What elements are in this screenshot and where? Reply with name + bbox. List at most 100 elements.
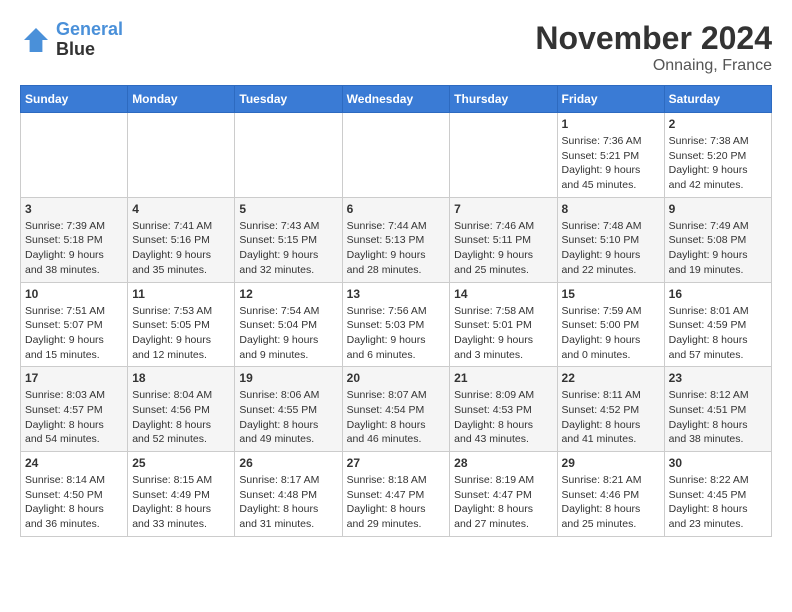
day-number: 7 (454, 202, 552, 216)
page-header: General Blue November 2024 Onnaing, Fran… (20, 20, 772, 75)
day-number: 11 (132, 287, 230, 301)
day-number: 14 (454, 287, 552, 301)
day-number: 3 (25, 202, 123, 216)
calendar-week-row: 17 Sunrise: 8:03 AM Sunset: 4:57 PM Dayli… (21, 367, 772, 452)
calendar-cell (342, 113, 450, 198)
calendar-week-row: 1Sunrise: 7:36 AM Sunset: 5:21 PM Daylig… (21, 113, 772, 198)
day-info: Sunrise: 8:17 AM Sunset: 4:48 PM Dayligh… (239, 473, 337, 532)
calendar-week-row: 3 Sunrise: 7:39 AM Sunset: 5:18 PM Daylig… (21, 197, 772, 282)
day-info: Sunrise: 7:39 AM Sunset: 5:18 PM Dayligh… (25, 219, 123, 278)
day-info: Sunrise: 7:38 AM Sunset: 5:20 PM Dayligh… (669, 134, 767, 193)
day-info: Sunrise: 7:53 AM Sunset: 5:05 PM Dayligh… (132, 304, 230, 363)
day-number: 29 (562, 456, 660, 470)
calendar-week-row: 24 Sunrise: 8:14 AM Sunset: 4:50 PM Dayli… (21, 452, 772, 537)
weekday-header: Tuesday (235, 86, 342, 113)
calendar-cell (128, 113, 235, 198)
day-number: 30 (669, 456, 767, 470)
logo-text: General Blue (56, 20, 123, 60)
calendar-cell: 3 Sunrise: 7:39 AM Sunset: 5:18 PM Daylig… (21, 197, 128, 282)
day-info: Sunrise: 7:43 AM Sunset: 5:15 PM Dayligh… (239, 219, 337, 278)
day-number: 17 (25, 371, 123, 385)
day-number: 6 (347, 202, 446, 216)
weekday-header: Thursday (450, 86, 557, 113)
weekday-header: Sunday (21, 86, 128, 113)
logo: General Blue (20, 20, 123, 60)
day-number: 13 (347, 287, 446, 301)
day-info: Sunrise: 8:14 AM Sunset: 4:50 PM Dayligh… (25, 473, 123, 532)
day-number: 27 (347, 456, 446, 470)
day-number: 8 (562, 202, 660, 216)
calendar-cell: 15Sunrise: 7:59 AM Sunset: 5:00 PM Dayli… (557, 282, 664, 367)
day-info: Sunrise: 7:49 AM Sunset: 5:08 PM Dayligh… (669, 219, 767, 278)
calendar-cell (450, 113, 557, 198)
calendar-cell: 7 Sunrise: 7:46 AM Sunset: 5:11 PM Daylig… (450, 197, 557, 282)
day-number: 28 (454, 456, 552, 470)
calendar-cell: 26 Sunrise: 8:17 AM Sunset: 4:48 PM Dayli… (235, 452, 342, 537)
day-info: Sunrise: 8:18 AM Sunset: 4:47 PM Dayligh… (347, 473, 446, 532)
day-info: Sunrise: 8:11 AM Sunset: 4:52 PM Dayligh… (562, 388, 660, 447)
day-number: 25 (132, 456, 230, 470)
calendar-cell: 24 Sunrise: 8:14 AM Sunset: 4:50 PM Dayli… (21, 452, 128, 537)
calendar-cell: 23 Sunrise: 8:12 AM Sunset: 4:51 PM Dayli… (664, 367, 771, 452)
title-block: November 2024 Onnaing, France (535, 20, 772, 75)
day-number: 18 (132, 371, 230, 385)
calendar-cell: 2Sunrise: 7:38 AM Sunset: 5:20 PM Daylig… (664, 113, 771, 198)
weekday-header: Saturday (664, 86, 771, 113)
day-info: Sunrise: 8:22 AM Sunset: 4:45 PM Dayligh… (669, 473, 767, 532)
day-number: 20 (347, 371, 446, 385)
day-number: 19 (239, 371, 337, 385)
calendar-cell: 1Sunrise: 7:36 AM Sunset: 5:21 PM Daylig… (557, 113, 664, 198)
calendar-cell: 6 Sunrise: 7:44 AM Sunset: 5:13 PM Daylig… (342, 197, 450, 282)
calendar-cell: 28 Sunrise: 8:19 AM Sunset: 4:47 PM Dayli… (450, 452, 557, 537)
day-number: 10 (25, 287, 123, 301)
day-number: 4 (132, 202, 230, 216)
day-info: Sunrise: 8:19 AM Sunset: 4:47 PM Dayligh… (454, 473, 552, 532)
weekday-header: Monday (128, 86, 235, 113)
day-number: 16 (669, 287, 767, 301)
day-info: Sunrise: 7:41 AM Sunset: 5:16 PM Dayligh… (132, 219, 230, 278)
calendar: SundayMondayTuesdayWednesdayThursdayFrid… (20, 85, 772, 537)
calendar-cell: 14 Sunrise: 7:58 AM Sunset: 5:01 PM Dayli… (450, 282, 557, 367)
day-number: 23 (669, 371, 767, 385)
calendar-cell (235, 113, 342, 198)
day-number: 26 (239, 456, 337, 470)
calendar-cell: 12Sunrise: 7:54 AM Sunset: 5:04 PM Dayli… (235, 282, 342, 367)
day-number: 22 (562, 371, 660, 385)
day-number: 21 (454, 371, 552, 385)
calendar-cell: 16 Sunrise: 8:01 AM Sunset: 4:59 PM Dayli… (664, 282, 771, 367)
day-info: Sunrise: 8:09 AM Sunset: 4:53 PM Dayligh… (454, 388, 552, 447)
day-info: Sunrise: 8:12 AM Sunset: 4:51 PM Dayligh… (669, 388, 767, 447)
day-info: Sunrise: 7:36 AM Sunset: 5:21 PM Dayligh… (562, 134, 660, 193)
calendar-cell (21, 113, 128, 198)
calendar-cell: 5 Sunrise: 7:43 AM Sunset: 5:15 PM Daylig… (235, 197, 342, 282)
day-info: Sunrise: 8:06 AM Sunset: 4:55 PM Dayligh… (239, 388, 337, 447)
calendar-cell: 21 Sunrise: 8:09 AM Sunset: 4:53 PM Dayli… (450, 367, 557, 452)
day-info: Sunrise: 7:46 AM Sunset: 5:11 PM Dayligh… (454, 219, 552, 278)
day-info: Sunrise: 8:03 AM Sunset: 4:57 PM Dayligh… (25, 388, 123, 447)
calendar-cell: 10Sunrise: 7:51 AM Sunset: 5:07 PM Dayli… (21, 282, 128, 367)
day-number: 9 (669, 202, 767, 216)
calendar-cell: 11 Sunrise: 7:53 AM Sunset: 5:05 PM Dayli… (128, 282, 235, 367)
day-info: Sunrise: 8:01 AM Sunset: 4:59 PM Dayligh… (669, 304, 767, 363)
calendar-cell: 17 Sunrise: 8:03 AM Sunset: 4:57 PM Dayli… (21, 367, 128, 452)
calendar-cell: 25 Sunrise: 8:15 AM Sunset: 4:49 PM Dayli… (128, 452, 235, 537)
calendar-week-row: 10Sunrise: 7:51 AM Sunset: 5:07 PM Dayli… (21, 282, 772, 367)
calendar-cell: 9 Sunrise: 7:49 AM Sunset: 5:08 PM Daylig… (664, 197, 771, 282)
calendar-cell: 4 Sunrise: 7:41 AM Sunset: 5:16 PM Daylig… (128, 197, 235, 282)
day-info: Sunrise: 7:56 AM Sunset: 5:03 PM Dayligh… (347, 304, 446, 363)
weekday-header: Wednesday (342, 86, 450, 113)
calendar-cell: 13 Sunrise: 7:56 AM Sunset: 5:03 PM Dayli… (342, 282, 450, 367)
day-info: Sunrise: 8:15 AM Sunset: 4:49 PM Dayligh… (132, 473, 230, 532)
day-number: 12 (239, 287, 337, 301)
weekday-header-row: SundayMondayTuesdayWednesdayThursdayFrid… (21, 86, 772, 113)
day-info: Sunrise: 7:59 AM Sunset: 5:00 PM Dayligh… (562, 304, 660, 363)
calendar-cell: 30 Sunrise: 8:22 AM Sunset: 4:45 PM Dayli… (664, 452, 771, 537)
day-info: Sunrise: 7:44 AM Sunset: 5:13 PM Dayligh… (347, 219, 446, 278)
month-title: November 2024 (535, 20, 772, 57)
location: Onnaing, France (535, 57, 772, 75)
day-info: Sunrise: 7:58 AM Sunset: 5:01 PM Dayligh… (454, 304, 552, 363)
day-info: Sunrise: 8:21 AM Sunset: 4:46 PM Dayligh… (562, 473, 660, 532)
calendar-cell: 22 Sunrise: 8:11 AM Sunset: 4:52 PM Dayli… (557, 367, 664, 452)
day-number: 24 (25, 456, 123, 470)
day-number: 5 (239, 202, 337, 216)
